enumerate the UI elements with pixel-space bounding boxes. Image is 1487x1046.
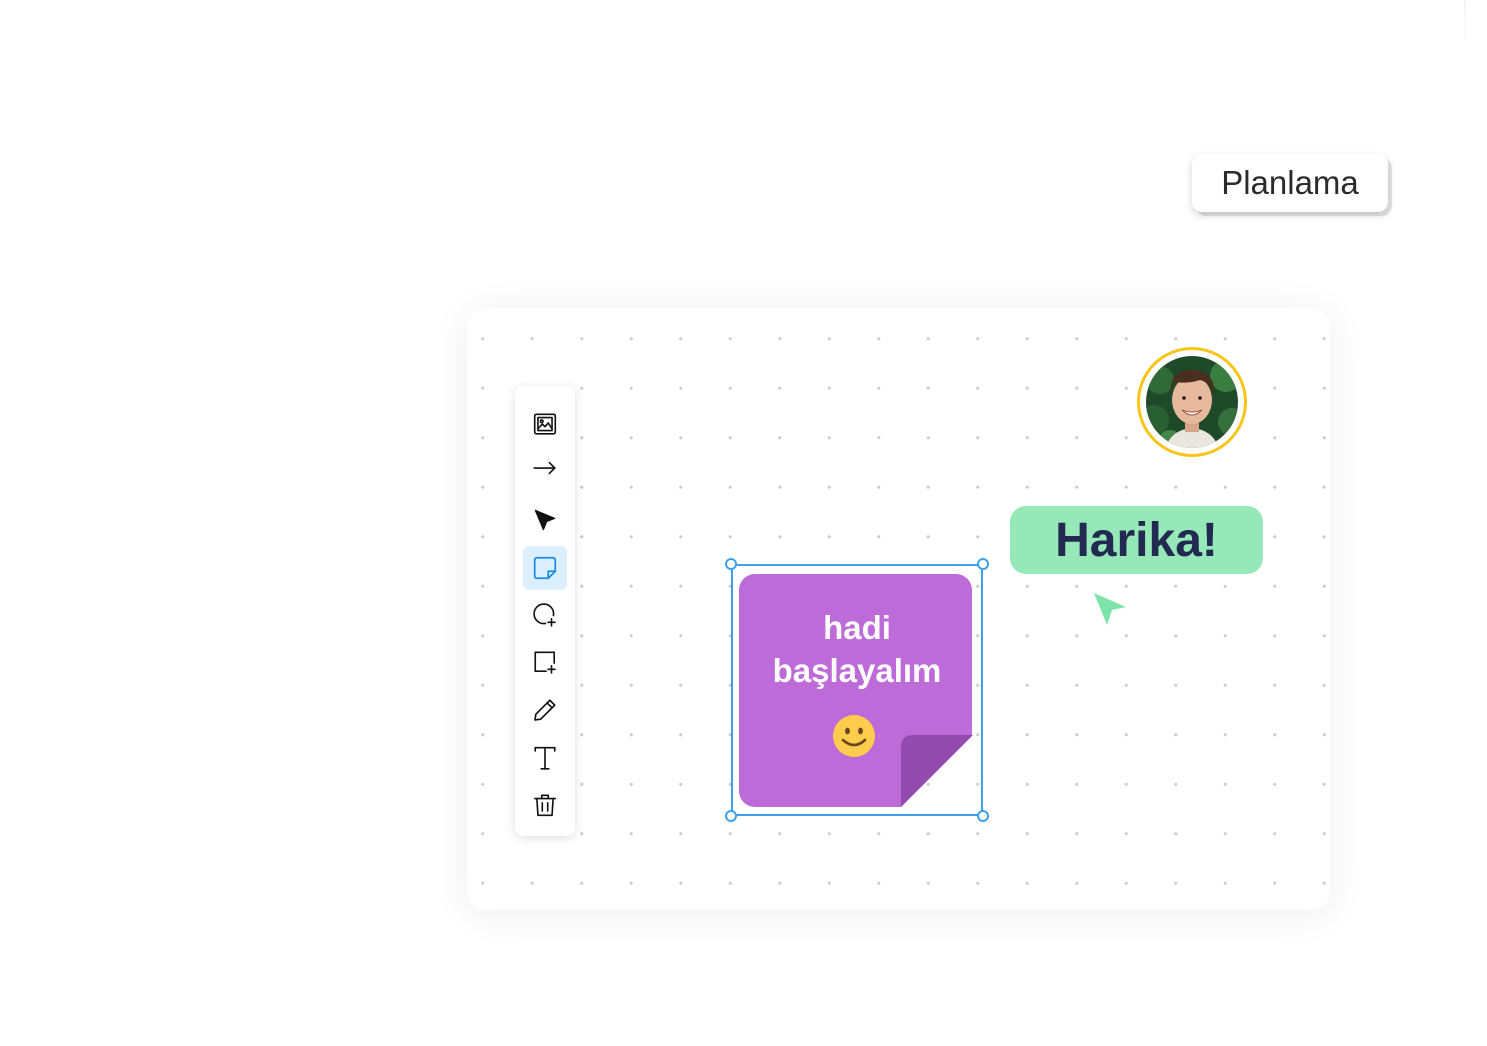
select-tool[interactable]	[523, 498, 567, 542]
resize-handle-bottom-left[interactable]	[725, 810, 737, 822]
window-edge	[1464, 0, 1466, 45]
person-photo	[1146, 356, 1238, 448]
resize-handle-bottom-right[interactable]	[977, 810, 989, 822]
pen-tool[interactable]	[523, 688, 567, 732]
resize-handle-top-left[interactable]	[725, 558, 737, 570]
square-plus-icon	[534, 651, 556, 674]
pencil-icon	[534, 699, 556, 721]
circle-plus-icon	[533, 603, 556, 627]
user-avatar[interactable]	[1137, 347, 1247, 457]
planlama-tag[interactable]: Planlama	[1192, 154, 1388, 212]
image-icon	[533, 413, 557, 435]
arrow-right-icon	[533, 461, 556, 475]
sticky-note-icon	[533, 556, 557, 580]
arrow-tool[interactable]	[523, 446, 567, 490]
rectangle-tool[interactable]	[523, 640, 567, 684]
delete-tool[interactable]	[523, 783, 567, 827]
tag-label: Planlama	[1221, 164, 1359, 201]
vertical-toolbar	[515, 386, 575, 836]
cursor-icon	[534, 509, 556, 531]
text-tool[interactable]	[523, 736, 567, 780]
image-tool[interactable]	[523, 402, 567, 446]
trash-icon	[533, 794, 557, 817]
resize-handle-top-right[interactable]	[977, 558, 989, 570]
comment-text: Harika!	[1055, 513, 1218, 567]
selection-box	[731, 564, 983, 816]
text-icon	[534, 746, 556, 770]
collaborator-pointer-icon	[1094, 593, 1126, 625]
comment-bubble[interactable]: Harika!	[1010, 506, 1263, 574]
circle-tool[interactable]	[523, 593, 567, 637]
sticky-note-tool[interactable]	[523, 546, 567, 590]
